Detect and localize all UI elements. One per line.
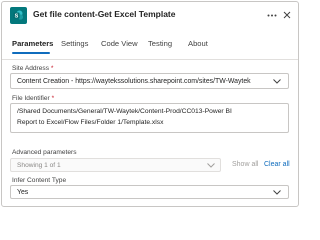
tab-settings[interactable]: Settings xyxy=(61,38,88,58)
advanced-parameters-value: Showing 1 of 1 xyxy=(17,162,61,169)
infer-content-type-value: Yes xyxy=(17,189,29,196)
advanced-parameters-label: Advanced parameters xyxy=(12,149,77,156)
infer-content-type-label: Infer Content Type xyxy=(12,177,67,184)
clear-all-link[interactable]: Clear all xyxy=(264,161,290,168)
required-marker: * xyxy=(50,65,54,72)
file-identifier-label: File Identifier * xyxy=(12,95,55,102)
more-options-icon[interactable] xyxy=(266,8,278,22)
site-address-value: Content Creation - https://waytekssoluti… xyxy=(17,78,251,85)
required-marker: * xyxy=(51,95,55,102)
chevron-down-icon xyxy=(273,79,281,85)
advanced-parameters-dropdown[interactable]: Showing 1 of 1 xyxy=(10,158,221,172)
card-header: S Get file content-Get Excel Template xyxy=(2,2,298,30)
file-identifier-line-2: Report to Excel/Flow Files/Folder 1/Temp… xyxy=(17,119,164,126)
show-all-link[interactable]: Show all xyxy=(232,161,258,168)
site-address-label: Site Address * xyxy=(12,65,54,72)
tab-code-view[interactable]: Code View xyxy=(101,38,138,58)
active-tab-indicator xyxy=(12,52,50,54)
chevron-down-icon xyxy=(207,163,215,169)
file-identifier-field[interactable]: /Shared Documents/General/TW-Waytek/Cont… xyxy=(10,103,289,133)
file-identifier-line-1: /Shared Documents/General/TW-Waytek/Cont… xyxy=(17,108,232,115)
infer-content-type-dropdown[interactable]: Yes xyxy=(10,185,289,199)
close-icon[interactable] xyxy=(281,8,293,22)
card-title: Get file content-Get Excel Template xyxy=(33,9,176,19)
action-card: S Get file content-Get Excel Template Pa… xyxy=(1,1,299,207)
svg-text:S: S xyxy=(15,13,19,19)
tab-about[interactable]: About xyxy=(188,38,208,58)
site-address-dropdown[interactable]: Content Creation - https://waytekssoluti… xyxy=(10,73,289,89)
tab-bar: Parameters Settings Code View Testing Ab… xyxy=(2,38,298,58)
tab-divider xyxy=(2,59,298,60)
advanced-parameters-row: Showing 1 of 1 Show all Clear all xyxy=(10,158,293,172)
tab-testing[interactable]: Testing xyxy=(148,38,172,58)
sharepoint-icon: S xyxy=(10,7,27,24)
tab-parameters[interactable]: Parameters xyxy=(12,38,53,58)
chevron-down-icon xyxy=(273,190,281,196)
